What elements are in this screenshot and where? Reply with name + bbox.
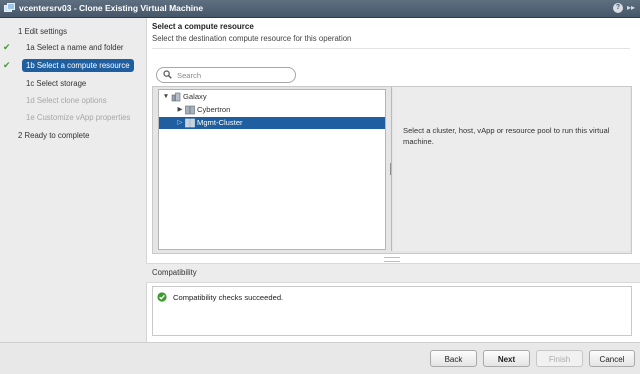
page-header: Select a compute resource Select the des… bbox=[152, 22, 632, 43]
tree-item-label: Cybertron bbox=[197, 105, 231, 114]
window-title: vcentersrv03 - Clone Existing Virtual Ma… bbox=[19, 3, 204, 13]
expand-down-icon[interactable]: ▼ bbox=[162, 91, 170, 103]
step-select-clone-options: 1d Select clone options bbox=[0, 94, 146, 107]
step-label: 1c Select storage bbox=[26, 79, 87, 88]
step-select-compute-resource[interactable]: ✔ 1b Select a compute resource bbox=[0, 59, 146, 72]
step-label: 1 Edit settings bbox=[18, 27, 67, 36]
finish-button: Finish bbox=[536, 350, 583, 367]
search-field[interactable] bbox=[156, 67, 296, 83]
cluster-icon bbox=[185, 105, 195, 115]
step-select-name-folder[interactable]: ✔ 1a Select a name and folder bbox=[0, 41, 146, 54]
search-icon bbox=[163, 70, 172, 79]
compatibility-header: Compatibility bbox=[146, 263, 640, 283]
back-button[interactable]: Back bbox=[430, 350, 477, 367]
step-customize-vapp-properties: 1e Customize vApp properties bbox=[0, 111, 146, 124]
info-text: Select a cluster, host, vApp or resource… bbox=[403, 126, 610, 146]
divider bbox=[152, 48, 630, 49]
page-title: Select a compute resource bbox=[152, 22, 254, 31]
vm-clone-icon bbox=[4, 3, 15, 12]
step-label: 1b Select a compute resource bbox=[22, 59, 134, 72]
resource-tree[interactable]: ▼ Galaxy ▶ Cybertron ▷ Mgmt-Cluster bbox=[158, 89, 386, 250]
expand-right-icon[interactable]: ▷ bbox=[176, 117, 184, 129]
compatibility-title: Compatibility bbox=[152, 268, 197, 277]
tree-item-galaxy[interactable]: ▼ Galaxy bbox=[159, 91, 385, 103]
tree-item-label: Galaxy bbox=[183, 92, 207, 101]
step-select-storage[interactable]: 1c Select storage bbox=[0, 77, 146, 90]
cancel-button[interactable]: Cancel bbox=[589, 350, 635, 367]
expand-icon[interactable]: ▸▸ bbox=[626, 2, 636, 14]
tree-item-cybertron[interactable]: ▶ Cybertron bbox=[159, 104, 385, 116]
cluster-icon bbox=[185, 118, 195, 128]
search-input[interactable] bbox=[177, 68, 287, 82]
step-label: 1e Customize vApp properties bbox=[26, 113, 131, 122]
tree-item-mgmt-cluster[interactable]: ▷ Mgmt-Cluster bbox=[159, 117, 385, 129]
check-icon: ✔ bbox=[3, 42, 11, 52]
success-check-icon bbox=[157, 292, 167, 302]
step-label: 1a Select a name and folder bbox=[26, 43, 124, 52]
compatibility-box: Compatibility checks succeeded. bbox=[152, 286, 632, 336]
title-bar: vcentersrv03 - Clone Existing Virtual Ma… bbox=[0, 0, 640, 18]
help-icon[interactable]: ? bbox=[613, 3, 623, 13]
step-label: 1d Select clone options bbox=[26, 96, 107, 105]
wizard-footer: Back Next Finish Cancel bbox=[0, 342, 640, 374]
resource-info-panel: Select a cluster, host, vApp or resource… bbox=[393, 87, 630, 251]
horizontal-splitter-grip-icon[interactable] bbox=[384, 257, 400, 262]
datacenter-icon bbox=[171, 92, 181, 102]
compatibility-message: Compatibility checks succeeded. bbox=[173, 293, 284, 302]
wizard-steps-sidebar: 1 Edit settings ✔ 1a Select a name and f… bbox=[0, 18, 147, 342]
next-button[interactable]: Next bbox=[483, 350, 530, 367]
tree-item-label: Mgmt-Cluster bbox=[197, 118, 243, 127]
step-edit-settings: 1 Edit settings bbox=[0, 25, 146, 38]
page-subtitle: Select the destination compute resource … bbox=[152, 34, 352, 43]
step-label: 2 Ready to complete bbox=[18, 131, 90, 140]
step-ready-to-complete[interactable]: 2 Ready to complete bbox=[0, 129, 146, 142]
check-icon: ✔ bbox=[3, 60, 11, 70]
expand-right-icon[interactable]: ▶ bbox=[176, 104, 184, 116]
compute-resource-panel: ▼ Galaxy ▶ Cybertron ▷ Mgmt-Cluster Sele… bbox=[152, 86, 632, 254]
